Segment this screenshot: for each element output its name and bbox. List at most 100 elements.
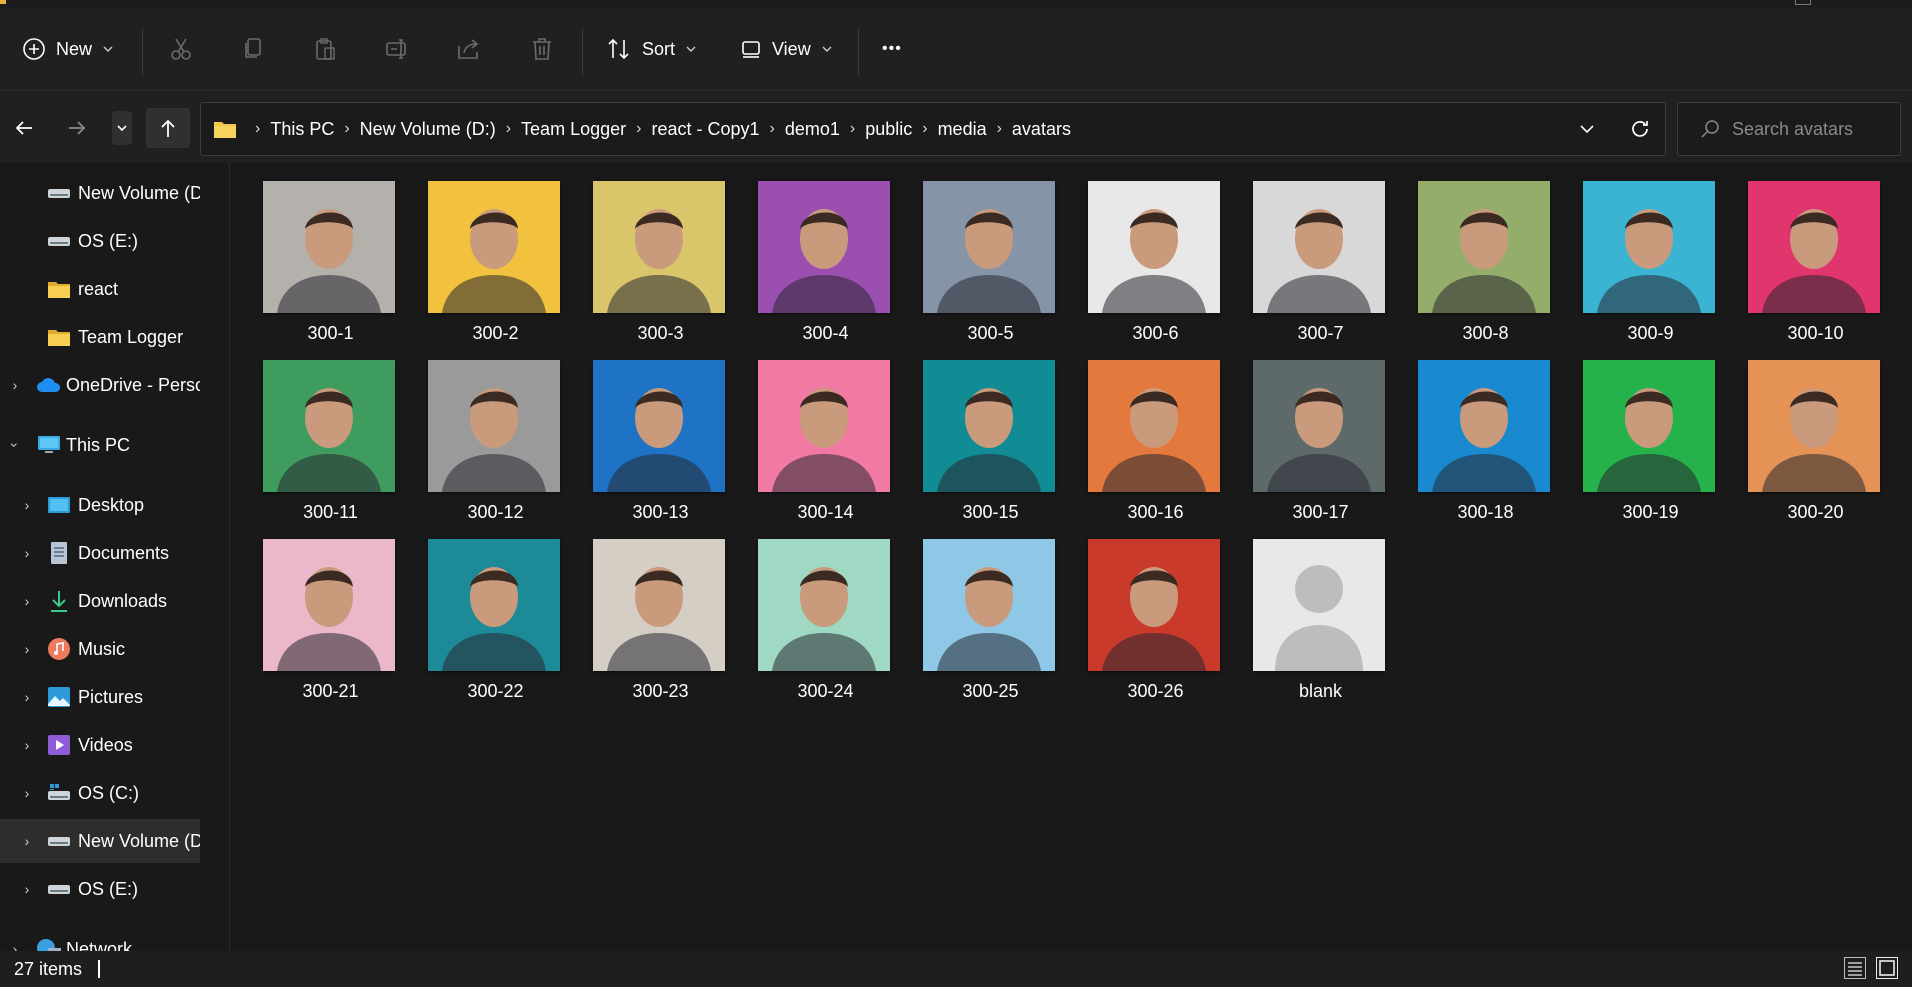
file-item[interactable]: 300-9 — [1550, 163, 1715, 343]
chevron-right-icon[interactable]: › — [20, 833, 34, 849]
share-icon[interactable] — [454, 34, 484, 64]
file-item[interactable]: 300-14 — [725, 342, 890, 522]
chevron-right-icon[interactable]: › — [8, 941, 22, 951]
breadcrumb-separator-icon[interactable]: › — [993, 120, 1006, 138]
chevron-right-icon[interactable]: › — [20, 545, 34, 561]
file-item[interactable]: 300-18 — [1385, 342, 1550, 522]
sidebar-item-onedrive[interactable]: › OneDrive - Perso — [0, 363, 200, 407]
breadcrumb-separator-icon[interactable]: › — [632, 120, 645, 138]
breadcrumb-item[interactable]: Team Logger — [515, 119, 632, 140]
file-item[interactable]: 300-17 — [1220, 342, 1385, 522]
file-item[interactable]: 300-6 — [1055, 163, 1220, 343]
file-item[interactable]: 300-16 — [1055, 342, 1220, 522]
sidebar-item-os-e[interactable]: OS (E:) — [0, 219, 200, 263]
breadcrumb-item[interactable]: New Volume (D:) — [354, 119, 502, 140]
breadcrumb-item[interactable]: media — [932, 119, 993, 140]
file-item[interactable]: 300-7 — [1220, 163, 1385, 343]
maximize-icon[interactable] — [1795, 0, 1811, 5]
delete-icon[interactable] — [527, 34, 557, 64]
sidebar-item-videos[interactable]: › Videos — [0, 723, 200, 767]
file-item[interactable]: 300-10 — [1715, 163, 1880, 343]
address-bar[interactable]: › This PC › New Volume (D:) › Team Logger › rea… — [200, 102, 1666, 156]
breadcrumb-separator-icon[interactable]: › — [846, 120, 859, 138]
back-button[interactable] — [7, 111, 41, 145]
recent-locations-button[interactable] — [112, 111, 132, 145]
more-options-button[interactable]: ••• — [882, 30, 902, 68]
chevron-down-icon[interactable] — [1578, 120, 1596, 138]
file-item[interactable]: 300-22 — [395, 521, 560, 701]
close-icon[interactable] — [1868, 0, 1882, 4]
file-item[interactable]: 300-3 — [560, 163, 725, 343]
file-item[interactable]: 300-20 — [1715, 342, 1880, 522]
chevron-down-icon[interactable]: › — [7, 438, 23, 452]
file-item[interactable]: 300-5 — [890, 163, 1055, 343]
network-icon — [36, 938, 62, 951]
large-icons-view-button[interactable] — [1876, 957, 1898, 979]
breadcrumb-separator-icon[interactable]: › — [766, 120, 779, 138]
breadcrumb-item[interactable]: demo1 — [779, 119, 846, 140]
sidebar-item-downloads[interactable]: › Downloads — [0, 579, 200, 623]
file-item[interactable]: 300-2 — [395, 163, 560, 343]
file-item[interactable]: 300-8 — [1385, 163, 1550, 343]
sidebar-item-new-volume-d[interactable]: New Volume (D — [0, 171, 200, 215]
sidebar-item-os-c[interactable]: › OS (C:) — [0, 771, 200, 815]
details-view-button[interactable] — [1844, 957, 1866, 979]
file-item[interactable]: 300-24 — [725, 521, 890, 701]
view-button[interactable]: View — [740, 30, 833, 68]
up-button[interactable] — [146, 108, 190, 148]
cut-icon[interactable] — [166, 34, 196, 64]
sidebar-item-documents[interactable]: › Documents — [0, 531, 200, 575]
breadcrumb-separator-icon[interactable]: › — [251, 120, 264, 138]
refresh-icon[interactable] — [1629, 118, 1651, 140]
breadcrumb-separator-icon[interactable]: › — [918, 120, 931, 138]
breadcrumb-item[interactable]: avatars — [1006, 119, 1077, 140]
sidebar-item-this-pc[interactable]: › This PC — [0, 423, 200, 467]
sidebar-item-music[interactable]: › Music — [0, 627, 200, 671]
file-item[interactable]: 300-4 — [725, 163, 890, 343]
file-item[interactable]: 300-15 — [890, 342, 1055, 522]
breadcrumb-item[interactable]: react - Copy1 — [645, 119, 765, 140]
chevron-right-icon[interactable]: › — [20, 641, 34, 657]
chevron-right-icon[interactable]: › — [20, 689, 34, 705]
chevron-right-icon[interactable]: › — [20, 497, 34, 513]
file-item[interactable]: 300-19 — [1550, 342, 1715, 522]
file-item[interactable]: 300-11 — [230, 342, 395, 522]
sidebar-item-desktop[interactable]: › Desktop — [0, 483, 200, 527]
file-item[interactable]: 300-1 — [230, 163, 395, 343]
details-view-icon — [1848, 962, 1862, 976]
copy-icon[interactable] — [238, 34, 268, 64]
breadcrumb-item[interactable]: This PC — [264, 119, 340, 140]
file-item[interactable]: 300-25 — [890, 521, 1055, 701]
file-name: 300-26 — [1127, 681, 1184, 701]
chevron-down-icon — [103, 46, 113, 52]
breadcrumb-separator-icon[interactable]: › — [340, 120, 353, 138]
arrow-up-icon — [161, 119, 175, 137]
sidebar-item-team-logger[interactable]: Team Logger — [0, 315, 200, 359]
new-button[interactable]: New — [22, 30, 114, 68]
paste-icon[interactable] — [310, 34, 340, 64]
rename-icon[interactable] — [382, 34, 412, 64]
sort-button[interactable]: Sort — [606, 30, 697, 68]
chevron-right-icon[interactable]: › — [20, 785, 34, 801]
file-name: blank — [1298, 681, 1343, 701]
chevron-right-icon[interactable]: › — [8, 377, 22, 393]
sidebar-item-new-volume-d-selected[interactable]: › New Volume (D — [0, 819, 200, 863]
file-item[interactable]: 300-26 — [1055, 521, 1220, 701]
search-box[interactable]: Search avatars — [1677, 102, 1901, 156]
file-item[interactable]: 300-23 — [560, 521, 725, 701]
breadcrumb-item[interactable]: public — [859, 119, 918, 140]
breadcrumb-separator-icon[interactable]: › — [502, 120, 515, 138]
file-item[interactable]: 300-12 — [395, 342, 560, 522]
sidebar-item-network[interactable]: › Network — [0, 927, 200, 951]
sidebar-item-pictures[interactable]: › Pictures — [0, 675, 200, 719]
file-name: 300-6 — [1132, 323, 1179, 343]
file-item[interactable]: 300-13 — [560, 342, 725, 522]
chevron-right-icon[interactable]: › — [20, 737, 34, 753]
sidebar-item-react[interactable]: react — [0, 267, 200, 311]
chevron-right-icon[interactable]: › — [20, 593, 34, 609]
file-item[interactable]: 300-21 — [230, 521, 395, 701]
sidebar-item-os-e-2[interactable]: › OS (E:) — [0, 867, 200, 911]
file-item[interactable]: blank — [1220, 521, 1385, 701]
chevron-right-icon[interactable]: › — [20, 881, 34, 897]
forward-button[interactable] — [60, 111, 94, 145]
